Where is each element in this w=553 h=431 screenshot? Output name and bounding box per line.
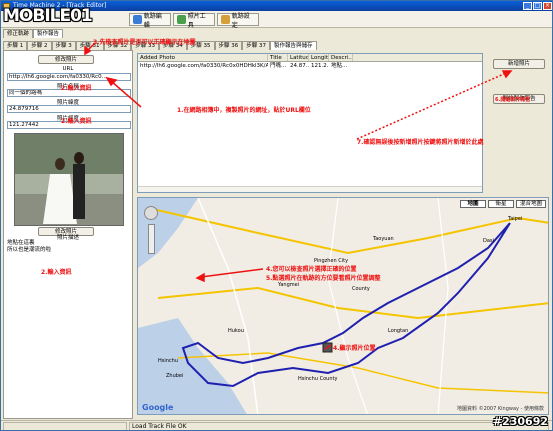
annotation-arrows [84, 42, 513, 350]
app-window: Time Machine 2 - [Track Editor] _ □ × 軌跡… [0, 0, 553, 431]
watermark-post-id: #230692 [492, 415, 548, 428]
watermark-logo-text: MOBILE01 [3, 6, 93, 26]
watermark-logo: MOBILE01 [3, 6, 93, 26]
